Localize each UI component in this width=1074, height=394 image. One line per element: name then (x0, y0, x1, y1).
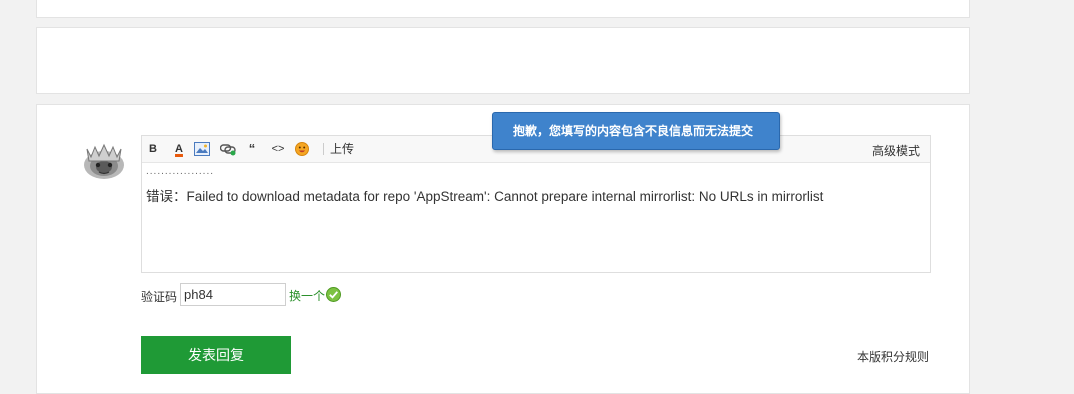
code-icon[interactable]: <> (270, 142, 286, 156)
font-color-icon[interactable]: A (172, 142, 186, 156)
upload-button[interactable]: 上传 (330, 142, 354, 156)
reply-editor: B A “ <> 上传 高级模式 .................. 错误：F… (141, 135, 931, 273)
reply-panel: B A “ <> 上传 高级模式 .................. 错误：F… (36, 104, 970, 394)
middle-panel (36, 27, 970, 94)
editor-dots: .................. (146, 166, 215, 177)
check-icon (326, 287, 341, 302)
captcha-label: 验证码 (141, 290, 178, 304)
error-tooltip: 抱歉，您填写的内容包含不良信息而无法提交 (492, 112, 780, 150)
quote-icon[interactable]: “ (246, 142, 258, 156)
captcha-change-link[interactable]: 换一个 (289, 287, 325, 304)
captcha-input[interactable] (180, 283, 286, 306)
bold-icon[interactable]: B (148, 142, 158, 156)
emoji-icon[interactable] (294, 142, 310, 156)
credit-rules-link[interactable]: 本版积分规则 (857, 348, 929, 365)
image-icon[interactable] (194, 142, 210, 156)
top-panel (36, 0, 970, 18)
error-message: 抱歉，您填写的内容包含不良信息而无法提交 (513, 124, 754, 138)
advanced-mode-link[interactable]: 高级模式 (872, 142, 920, 159)
editor-content: 错误：Failed to download metadata for repo … (146, 189, 824, 204)
avatar[interactable] (79, 139, 129, 181)
submit-reply-button[interactable]: 发表回复 (141, 336, 291, 374)
link-icon[interactable] (220, 142, 236, 156)
toolbar-separator (323, 143, 324, 155)
editor-textarea[interactable]: .................. 错误：Failed to download… (142, 163, 930, 273)
